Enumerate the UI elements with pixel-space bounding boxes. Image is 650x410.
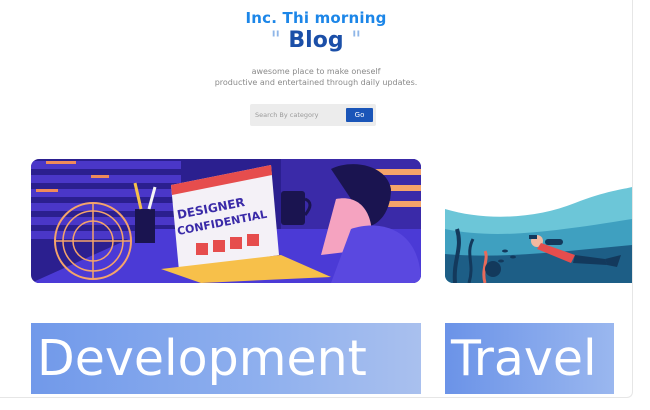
category-development-link[interactable]: Development xyxy=(31,323,421,394)
tagline-line-1: awesome place to make oneself xyxy=(251,67,381,76)
title-close-quote: " xyxy=(351,28,362,53)
search-bar: Go xyxy=(250,104,376,126)
travel-card-image[interactable] xyxy=(445,159,632,283)
title-text: Blog xyxy=(288,28,344,53)
search-go-button[interactable]: Go xyxy=(346,108,373,122)
search-input[interactable] xyxy=(250,104,344,126)
title-open-quote: " xyxy=(270,28,281,53)
tagline: awesome place to make oneself productive… xyxy=(0,66,632,88)
category-travel-link[interactable]: Travel xyxy=(445,323,614,394)
designer-confidential-illustration: DESIGNER CONFIDENTIAL xyxy=(31,159,421,283)
scuba-diver-illustration xyxy=(445,159,632,283)
tagline-line-2: productive and entertained through daily… xyxy=(214,78,418,87)
brand-name: Inc. Thi morning xyxy=(245,9,387,27)
development-card-image[interactable]: DESIGNER CONFIDENTIAL xyxy=(31,159,421,283)
blog-page: Inc. Thi morning " Blog " awesome place … xyxy=(0,0,633,398)
page-title: " Blog " xyxy=(0,28,632,53)
